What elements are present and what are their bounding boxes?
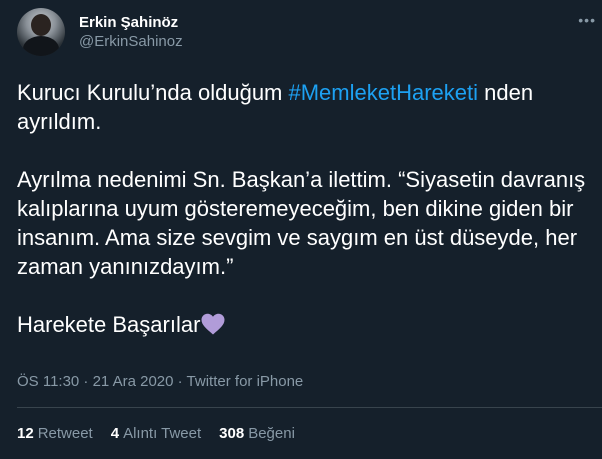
purple-heart-icon xyxy=(201,313,225,335)
tweet-header: Erkin Şahinöz @ErkinSahinoz xyxy=(17,8,183,56)
tweet-paragraph-2: Ayrılma nedenimi Sn. Başkan’a ilettim. “… xyxy=(17,167,586,279)
tweet-timestamp[interactable]: ÖS 11:30 · 21 Ara 2020 · Twitter for iPh… xyxy=(17,373,303,390)
quote-tweet-stat[interactable]: 4 Alıntı Tweet xyxy=(111,425,201,442)
tweet-text: Kurucı Kurulu’nda olduğum #MemleketHarek… xyxy=(17,78,602,339)
divider xyxy=(17,407,602,408)
avatar[interactable] xyxy=(17,8,65,56)
tweet-card: Erkin Şahinöz @ErkinSahinoz ••• Kurucı K… xyxy=(0,0,602,459)
like-stat[interactable]: 308 Beğeni xyxy=(219,425,295,442)
tweet-paragraph-3: Harekete Başarılar xyxy=(17,310,602,339)
more-icon[interactable]: ••• xyxy=(578,12,596,28)
display-name[interactable]: Erkin Şahinöz xyxy=(79,13,183,32)
tweet-stats: 12 Retweet 4 Alıntı Tweet 308 Beğeni xyxy=(17,425,295,442)
tweet-paragraph-1: Kurucı Kurulu’nda olduğum #MemleketHarek… xyxy=(17,80,534,134)
hashtag-link[interactable]: #MemleketHareketi xyxy=(289,80,479,105)
retweet-stat[interactable]: 12 Retweet xyxy=(17,425,93,442)
author-names: Erkin Şahinöz @ErkinSahinoz xyxy=(79,13,183,51)
user-handle[interactable]: @ErkinSahinoz xyxy=(79,32,183,51)
